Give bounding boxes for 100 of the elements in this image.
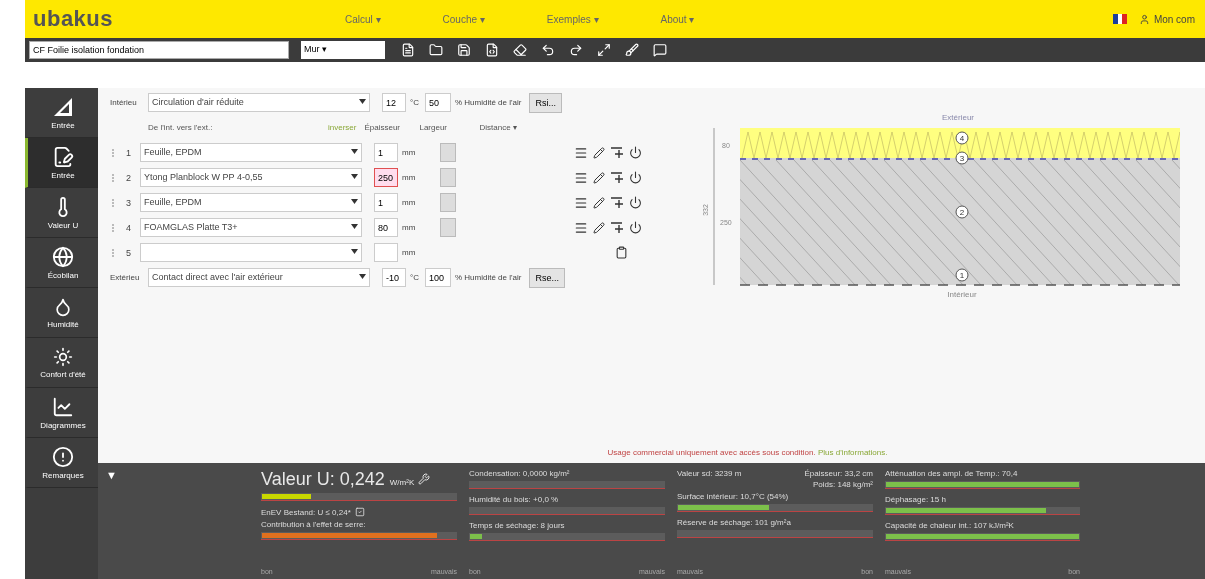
save-icon[interactable] [457,43,471,57]
pencil-icon[interactable] [593,171,606,184]
insert-layer-icon[interactable] [610,170,625,185]
redo-icon[interactable] [569,43,583,57]
column-heading: Largeur [419,123,449,132]
material-select[interactable]: Feuille, EPDM [140,143,362,162]
caret-icon [351,199,358,204]
air-select[interactable]: Contact direct avec l'air extérieur [148,268,370,287]
pencil-icon[interactable] [593,221,606,234]
meter-label: Atténuation des ampl. de Temp.: 70,4 [885,469,1019,478]
layer-number: 5 [126,247,132,258]
resistance-button[interactable]: Rse... [529,267,565,288]
account-link[interactable]: Mon com [1138,13,1195,25]
column-heading: De l'int. vers l'ext.: [148,123,214,132]
air-select[interactable]: Circulation d'air réduite [148,93,370,112]
unit-label: % Humidité de l'air [455,273,522,282]
thickness-field[interactable]: 250 [374,168,398,187]
meter-label: Réserve de séchage: 101 g/m²a [677,518,792,527]
insert-layer-icon[interactable] [610,220,625,235]
caret-icon [351,174,358,179]
thickness-field[interactable] [374,243,398,262]
line-chart-icon [52,395,74,418]
material-select[interactable]: FOAMGLAS Platte T3+ [140,218,362,237]
sun-icon [53,346,73,367]
document-icon[interactable] [485,43,499,57]
unit-label: mm [402,248,416,257]
meter-label: Surface intérieur: 10,7°C (54%) [677,492,790,501]
caret-icon [359,274,366,279]
power-icon[interactable] [629,196,643,209]
distance-dropdown[interactable]: Distance ▾ [479,123,540,132]
humidity-field[interactable]: 100 [425,268,451,287]
unit-label: °C [410,98,419,107]
material-select[interactable]: Ytong Planblock W PP 4-0,55 [140,168,362,187]
norm-label: EnEV Bestand: U ≤ 0,24* [261,507,351,517]
undo-icon[interactable] [541,43,555,57]
meter-label: Capacité de chaleur int.: 107 kJ/m²K [885,521,1015,530]
power-icon[interactable] [629,221,643,234]
menu-item[interactable]: About ▾ [660,13,695,25]
power-icon[interactable] [629,171,643,184]
unit-label: mm [402,173,416,182]
insert-layer-icon[interactable] [610,195,625,210]
menu-icon[interactable] [574,170,589,185]
clipboard-icon[interactable] [615,246,629,259]
collapse-toggle[interactable]: ▼ [106,469,261,579]
side-label: Extérieu [110,273,141,282]
menu-item[interactable]: Exemples ▾ [546,13,599,25]
brush-icon[interactable] [625,43,639,57]
temperature-field[interactable]: -10 [382,268,406,287]
sidebar-item[interactable]: Entrée [25,138,98,188]
layer-number: 3 [126,197,132,208]
side-label: Intérieu [110,98,138,107]
layer-number: 4 [126,222,132,233]
alert-icon [52,445,74,468]
temperature-field[interactable]: 12 [382,93,406,112]
thickness-field[interactable]: 80 [374,218,398,237]
u-value: Valeur U: 0,242 W/m²K [261,469,415,490]
user-icon [1138,13,1150,25]
resistance-button[interactable]: Rsi... [529,92,562,113]
logo[interactable]: ubakus [33,6,345,32]
insert-layer-icon[interactable] [610,145,625,160]
menu-icon[interactable] [574,195,589,210]
globe-icon [52,245,74,268]
checkbox-icon[interactable] [354,507,365,517]
menu-item[interactable]: Calcul ▾ [345,13,381,25]
layer-number: 1 [126,147,132,158]
unit-label: % Humidité de l'air [455,98,522,107]
thickness-field[interactable]: 1 [374,143,398,162]
menu-icon[interactable] [574,220,589,235]
droplet-icon [53,296,73,317]
type-select[interactable]: Mur ▾ [301,41,385,59]
column-heading: Épaisseur [364,123,402,132]
folder-icon[interactable] [429,43,443,57]
menu-icon[interactable] [574,145,589,160]
humidity-field[interactable]: 50 [425,93,451,112]
power-icon[interactable] [629,146,643,159]
flag-icon[interactable] [1112,14,1127,24]
wrench-icon[interactable] [418,473,431,485]
unit-label: mm [402,198,416,207]
stat-text: Poids: 148 kg/m² [812,480,873,489]
new-file-icon[interactable] [401,43,415,57]
comment-icon[interactable] [653,43,667,57]
caret-icon [351,149,358,154]
menu-item[interactable]: Couche ▾ [442,13,485,25]
expand-icon[interactable] [597,43,611,57]
material-select[interactable]: Feuille, EPDM [140,193,362,212]
notice-text: Usage commercial uniquement avec accès sous condition. [607,448,816,457]
stat-text: Valeur sd: 3239 m [677,469,742,478]
thickness-field[interactable]: 1 [374,193,398,212]
name-field[interactable]: CF Foilie isolation fondation [29,41,289,59]
caret-icon [351,249,358,254]
stat-text: Épaisseur: 33,2 cm [804,469,873,478]
unit-label: mm [402,148,416,157]
edit-document-icon [52,145,74,168]
unit-label: °C [410,273,419,282]
layer-number: 2 [126,172,132,183]
meter-label: Temps de séchage: 8 jours [469,521,566,530]
unit-label: mm [402,223,416,232]
pencil-icon[interactable] [593,146,606,159]
pencil-icon[interactable] [593,196,606,209]
eraser-icon[interactable] [513,43,527,57]
